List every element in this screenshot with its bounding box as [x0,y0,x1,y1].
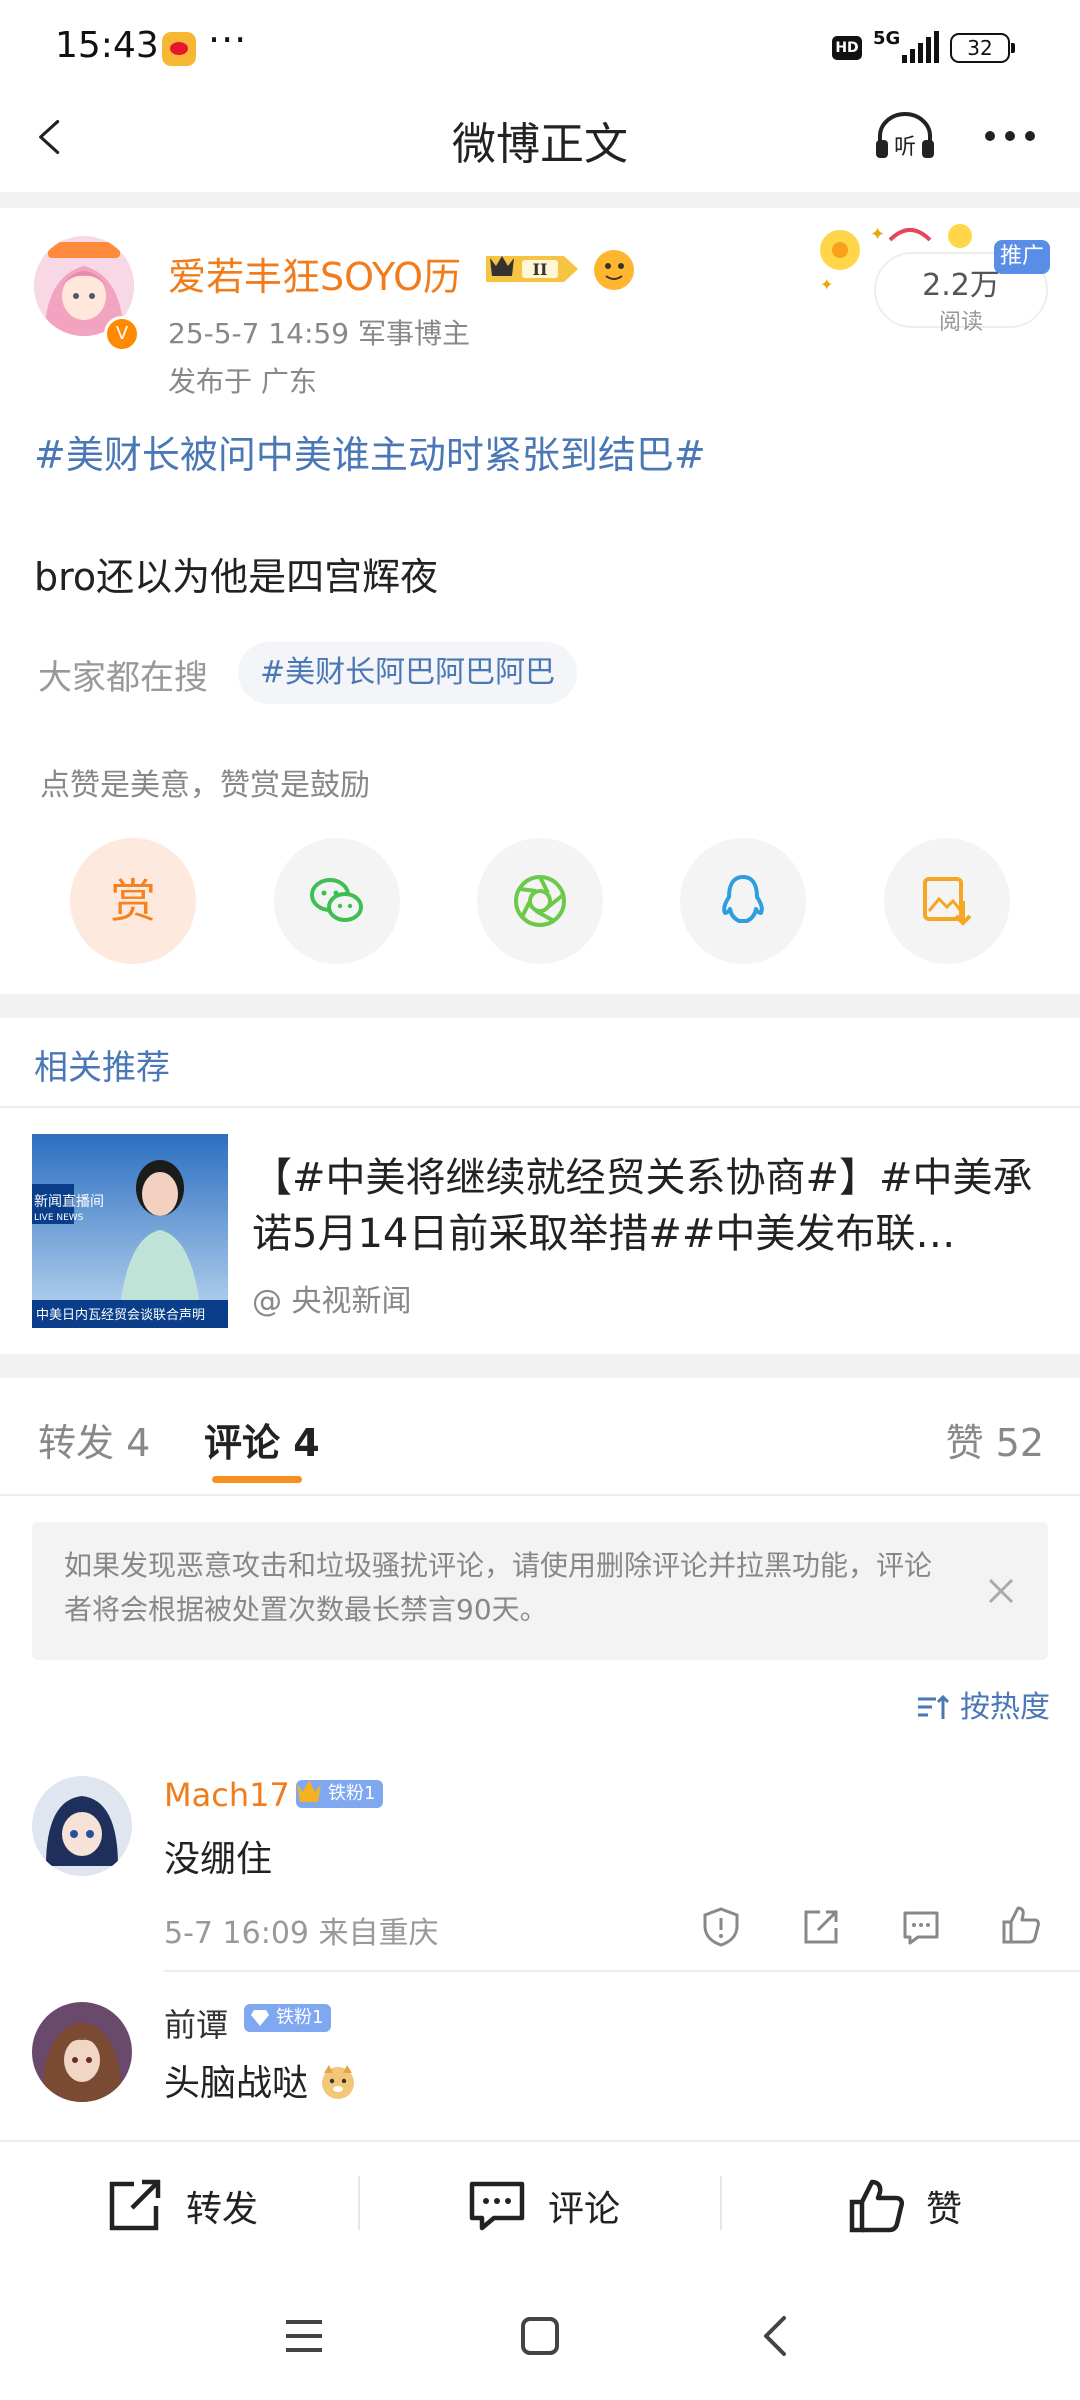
hot-search-chip[interactable]: #美财长阿巴阿巴阿巴 [238,642,578,704]
divider [164,1970,1080,1972]
comment-button[interactable]: 评论 [548,2180,620,2232]
related-section-title: 相关推荐 [34,1048,170,1088]
menu-icon[interactable] [284,2318,324,2354]
hd-indicator: HD [832,36,862,60]
sort-by-hot-button[interactable]: 按热度 [916,1682,1050,1726]
fan-level-badge: 铁粉1 [296,1780,384,1808]
tab-comments[interactable]: 评论 4 [204,1412,320,1467]
related-thumbnail[interactable]: 新闻直播间 LIVE NEWS 中美日内瓦经贸会谈联合声明 [32,1134,228,1328]
share-qq-button[interactable] [680,838,806,964]
divider [0,1106,1080,1108]
comment-icon[interactable] [468,2178,526,2234]
post-topic-link[interactable]: #美财长被问中美谁主动时紧张到结巴# [34,424,706,479]
repost-icon[interactable] [106,2178,164,2234]
trending-search-label: 大家都在搜 [38,658,208,698]
related-item-title[interactable]: 【#中美将继续就经贸关系协商#】#中美承诺5月14日前采取举措##中美发布联… [252,1150,1052,1262]
read-label: 阅读 [938,310,983,335]
status-more-notifications: ··· [208,18,248,62]
doge-emoji-icon [322,2065,355,2099]
thumb-logo-en: LIVE NEWS [34,1213,84,1223]
thumb-logo: 新闻直播间 [34,1193,104,1210]
wechat-icon [310,878,363,922]
like-comment-icon[interactable] [1000,1904,1042,1946]
comment-text: 头脑战哒 [164,2054,357,2106]
svg-text:✦: ✦ [820,275,833,294]
report-icon[interactable] [700,1906,742,1948]
commenter-avatar[interactable] [32,1776,132,1876]
status-time: 15:43 [55,25,159,66]
divider [358,2176,360,2230]
post-time-and-role: 25-5-7 14:59 军事博主 [168,317,470,350]
battery-icon: 32 [950,33,1015,63]
section-separator [0,1354,1080,1378]
fan-emoji-icon [594,250,634,290]
reward-button[interactable]: 赏 [70,838,196,964]
section-separator [0,994,1080,1018]
tab-likes[interactable]: 赞 52 [946,1412,1044,1467]
more-options-icon[interactable] [980,114,1040,158]
like-button[interactable]: 赞 [926,2180,962,2232]
fan-level-badge: 铁粉1 [244,2004,332,2032]
share-moments-button[interactable] [477,838,603,964]
comment-notice-text: 如果发现恶意攻击和垃圾骚扰评论，请使用删除评论并拉黑功能，评论者将会根据被处置次… [64,1549,933,1626]
svg-text:听: 听 [894,135,916,160]
comment-text-content: 头脑战哒 [164,2063,309,2104]
verified-badge-icon: V [104,316,140,352]
signal-icon [902,31,939,63]
fan-badge-label: 铁粉1 [276,2007,324,2028]
like-icon[interactable] [848,2178,906,2234]
share-comment-icon[interactable] [800,1906,842,1948]
share-wechat-button[interactable] [274,838,400,964]
vip-level-badge-icon: II [486,256,578,282]
repost-button[interactable]: 转发 [186,2180,258,2232]
commenter-name[interactable]: Mach17 [164,1776,290,1814]
divider [0,1494,1080,1496]
author-name[interactable]: 爱若丰狂SOYO历 [168,246,461,301]
promotion-tag: 推广 [994,240,1050,274]
save-image-icon [923,877,972,926]
crown-icon [297,1780,321,1802]
reward-label: 赏 [110,874,156,928]
active-tab-indicator [212,1476,302,1483]
sort-icon [918,1694,950,1719]
thumb-caption: 中美日内瓦经贸会谈联合声明 [36,1307,205,1323]
fan-badge-label: 铁粉1 [328,1783,376,1804]
home-icon[interactable] [520,2316,560,2356]
save-image-button[interactable] [884,838,1010,964]
qq-penguin-icon [722,875,764,923]
status-bar: 15:43 ··· HD 5G 32 [0,0,1080,95]
comment-meta: 5-7 16:09 来自重庆 [164,1916,439,1951]
commenter-avatar[interactable] [32,2002,132,2102]
headphones-listen-icon[interactable]: 听 [872,110,938,162]
close-icon[interactable] [984,1574,1018,1608]
diamond-icon [251,2010,269,2026]
commenter-name[interactable]: 前谭 [164,2000,228,2046]
sort-label: 按热度 [960,1690,1050,1725]
post-text: bro还以为他是四宫辉夜 [34,555,439,599]
svg-text:II: II [533,260,548,279]
weibo-notification-icon [162,32,196,66]
moments-aperture-icon [514,875,566,927]
comment-text: 没绷住 [164,1839,273,1880]
related-item-source[interactable]: @ 央视新闻 [252,1276,412,1320]
post-location: 发布于 广东 [168,365,317,398]
tab-reposts[interactable]: 转发 4 [38,1412,150,1467]
svg-text:✦: ✦ [870,224,885,245]
divider [720,2176,722,2230]
reply-comment-icon[interactable] [900,1906,942,1948]
network-type: 5G [873,28,901,49]
section-separator [0,192,1080,208]
reward-hint: 点赞是美意，赞赏是鼓励 [40,768,370,803]
back-nav-icon[interactable] [760,2314,790,2358]
